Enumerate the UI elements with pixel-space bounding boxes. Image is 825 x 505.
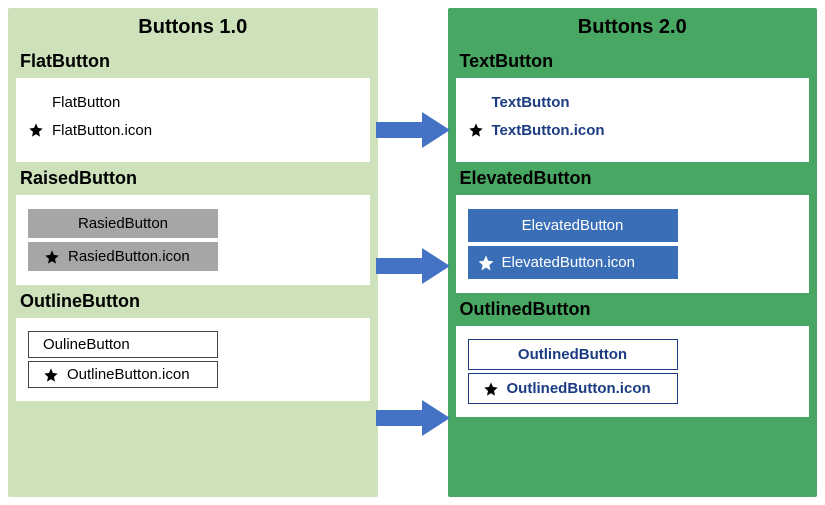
elevatedbutton-plain-label: ElevatedButton — [522, 217, 624, 234]
raisedbutton-plain-label: RasiedButton — [78, 215, 168, 232]
section-elevatedbutton: ElevatedButton ElevatedButton ElevatedBu… — [456, 162, 810, 293]
outlinebutton-plain-label: OulineButton — [43, 336, 130, 353]
card-textbutton: TextButton TextButton.icon — [456, 78, 810, 162]
flatbutton-plain[interactable]: FlatButton — [28, 88, 358, 116]
star-icon — [28, 122, 44, 138]
outlinebutton-plain[interactable]: OulineButton — [28, 331, 218, 358]
outlinebutton-icon-label: OutlineButton.icon — [67, 366, 190, 383]
panel-buttons-1: Buttons 1.0 FlatButton FlatButton FlatBu… — [8, 8, 378, 497]
arrow-icon — [376, 112, 450, 148]
panel-title-left: Buttons 1.0 — [16, 14, 370, 45]
outlinedbutton-icon[interactable]: OutlinedButton.icon — [468, 373, 678, 404]
section-textbutton: TextButton TextButton TextButton.icon — [456, 45, 810, 162]
flatbutton-icon[interactable]: FlatButton.icon — [28, 116, 358, 144]
section-flatbutton: FlatButton FlatButton FlatButton.icon — [16, 45, 370, 162]
raisedbutton-icon[interactable]: RasiedButton.icon — [28, 242, 218, 271]
star-icon — [468, 122, 484, 138]
heading-textbutton: TextButton — [456, 45, 810, 78]
arrow-icon — [376, 248, 450, 284]
flatbutton-icon-label: FlatButton.icon — [52, 122, 152, 139]
raisedbutton-plain[interactable]: RasiedButton — [28, 209, 218, 238]
elevatedbutton-icon[interactable]: ElevatedButton.icon — [468, 246, 678, 279]
outlinebutton-icon[interactable]: OutlineButton.icon — [28, 361, 218, 388]
textbutton-plain[interactable]: TextButton — [468, 88, 798, 116]
outlinedbutton-icon-label: OutlinedButton.icon — [507, 380, 651, 397]
heading-elevatedbutton: ElevatedButton — [456, 162, 810, 195]
outlinedbutton-plain-label: OutlinedButton — [518, 346, 627, 363]
flatbutton-plain-label: FlatButton — [52, 94, 120, 111]
heading-outlinedbutton: OutlinedButton — [456, 293, 810, 326]
outlinedbutton-plain[interactable]: OutlinedButton — [468, 339, 678, 370]
card-outlinedbutton: OutlinedButton OutlinedButton.icon — [456, 326, 810, 417]
card-raisedbutton: RasiedButton RasiedButton.icon — [16, 195, 370, 285]
heading-flatbutton: FlatButton — [16, 45, 370, 78]
panel-buttons-2: Buttons 2.0 TextButton TextButton TextBu… — [448, 8, 818, 497]
card-outlinebutton: OulineButton OutlineButton.icon — [16, 318, 370, 401]
section-outlinebutton: OutlineButton OulineButton OutlineButton… — [16, 285, 370, 401]
star-icon — [43, 367, 59, 383]
panel-title-right: Buttons 2.0 — [456, 14, 810, 45]
arrow-icon — [376, 400, 450, 436]
star-icon — [483, 381, 499, 397]
section-outlinedbutton: OutlinedButton OutlinedButton OutlinedBu… — [456, 293, 810, 417]
section-raisedbutton: RaisedButton RasiedButton RasiedButton.i… — [16, 162, 370, 285]
star-icon — [44, 249, 60, 265]
heading-outlinebutton: OutlineButton — [16, 285, 370, 318]
textbutton-icon[interactable]: TextButton.icon — [468, 116, 798, 144]
textbutton-icon-label: TextButton.icon — [492, 122, 605, 139]
textbutton-plain-label: TextButton — [492, 94, 570, 111]
card-flatbutton: FlatButton FlatButton.icon — [16, 78, 370, 162]
star-icon — [478, 255, 494, 271]
elevatedbutton-icon-label: ElevatedButton.icon — [502, 254, 635, 271]
heading-raisedbutton: RaisedButton — [16, 162, 370, 195]
card-elevatedbutton: ElevatedButton ElevatedButton.icon — [456, 195, 810, 293]
elevatedbutton-plain[interactable]: ElevatedButton — [468, 209, 678, 242]
raisedbutton-icon-label: RasiedButton.icon — [68, 248, 190, 265]
